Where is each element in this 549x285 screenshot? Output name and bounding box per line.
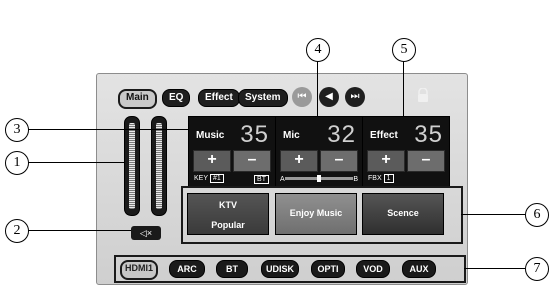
mode-scence-label: Scence <box>387 208 419 218</box>
tab-effect[interactable]: Effect <box>198 89 240 107</box>
callout-1-line <box>28 162 124 163</box>
tab-main[interactable]: Main <box>118 89 157 109</box>
callout-7: 7 <box>525 257 549 281</box>
fbx-row: FBX 1 <box>368 174 394 183</box>
next-icon[interactable]: ⏭ <box>345 87 365 107</box>
tab-eq[interactable]: EQ <box>162 89 191 107</box>
music-module: Music 35 + – KEY #1 BT <box>188 116 276 188</box>
callout-6-line <box>461 214 525 215</box>
callout-4: 4 <box>306 38 330 62</box>
mode-ktv-label: KTV Popular <box>211 200 245 230</box>
mic-a-label: A <box>280 176 285 183</box>
previous-icon[interactable]: ⏮ <box>292 87 312 107</box>
callout-7-line <box>464 268 525 269</box>
fbx-value[interactable]: 1 <box>383 174 394 183</box>
callout-4-line <box>317 61 318 116</box>
mic-balance-slider[interactable] <box>285 175 353 182</box>
music-value: 35 <box>240 121 269 148</box>
key-label-row: KEY #1 <box>194 174 224 183</box>
mode-enjoy-music-button[interactable]: Enjoy Music <box>275 193 357 235</box>
source-udisk-button[interactable]: UDISK <box>261 260 299 278</box>
source-opti-button[interactable]: OPTI <box>311 260 345 278</box>
source-arc-button[interactable]: ARC <box>169 260 205 278</box>
key-value[interactable]: #1 <box>210 174 224 183</box>
tab-system[interactable]: System <box>238 89 288 107</box>
callout-3-line <box>28 129 188 130</box>
source-aux-button[interactable]: AUX <box>402 260 436 278</box>
effect-title: Effect <box>370 130 398 141</box>
key-label: KEY <box>194 175 209 182</box>
speaker-icon: ◁× <box>139 228 153 238</box>
effect-value: 35 <box>414 121 443 148</box>
back-icon[interactable]: ◀ <box>319 87 339 107</box>
mic-title: Mic <box>283 130 300 141</box>
callout-5: 5 <box>392 38 416 62</box>
mic-balance-knob[interactable] <box>317 175 321 182</box>
callout-6: 6 <box>525 203 549 227</box>
source-bt-button[interactable]: BT <box>216 260 248 278</box>
fbx-label: FBX <box>368 175 382 182</box>
mute-button[interactable]: ◁× <box>131 226 161 240</box>
mode-scence-button[interactable]: Scence <box>362 193 444 235</box>
mic-module: Mic 32 + – A B <box>275 116 363 188</box>
callout-2: 2 <box>5 219 29 243</box>
callout-3: 3 <box>5 118 29 142</box>
lock-icon[interactable] <box>416 88 430 102</box>
effect-minus-button[interactable]: – <box>407 150 445 172</box>
mode-ktv-popular-button[interactable]: KTV Popular <box>187 193 269 235</box>
music-title: Music <box>196 130 225 141</box>
mode-enjoy-label: Enjoy Music <box>289 208 343 218</box>
source-hdmi1-button[interactable]: HDMI1 <box>120 260 158 280</box>
volume-meter-right[interactable] <box>151 116 167 216</box>
callout-1: 1 <box>5 151 29 175</box>
callout-2-line <box>28 230 131 231</box>
bt-badge[interactable]: BT <box>254 175 269 184</box>
effect-module: Effect 35 + – FBX 1 <box>362 116 450 188</box>
music-minus-button[interactable]: – <box>233 150 271 172</box>
mic-minus-button[interactable]: – <box>320 150 358 172</box>
effect-plus-button[interactable]: + <box>367 150 405 172</box>
music-plus-button[interactable]: + <box>193 150 231 172</box>
mic-b-label: B <box>353 176 358 183</box>
mic-plus-button[interactable]: + <box>280 150 318 172</box>
source-vod-button[interactable]: VOD <box>356 260 390 278</box>
volume-meter-left[interactable] <box>124 116 140 216</box>
callout-5-line <box>403 61 404 116</box>
mic-value: 32 <box>327 121 356 148</box>
